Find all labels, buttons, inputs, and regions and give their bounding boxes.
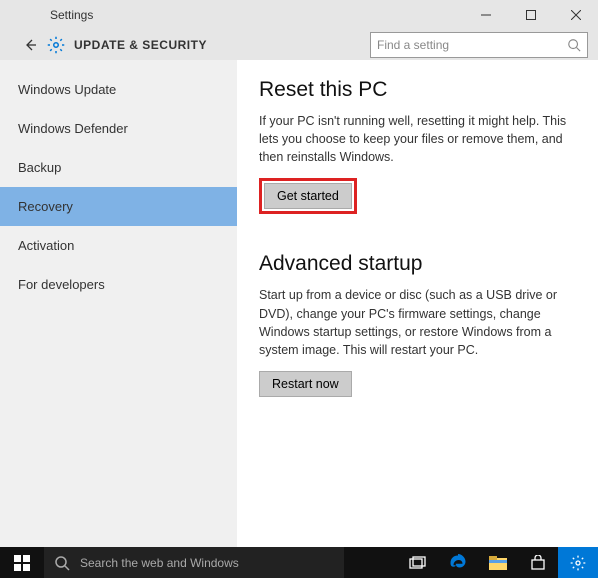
page-title: UPDATE & SECURITY <box>74 38 207 52</box>
advanced-body: Start up from a device or disc (such as … <box>259 286 586 359</box>
start-button[interactable] <box>0 547 44 578</box>
task-view-button[interactable] <box>398 547 438 578</box>
minimize-button[interactable] <box>463 0 508 30</box>
titlebar: Settings <box>0 0 598 30</box>
gear-icon <box>46 35 66 55</box>
maximize-button[interactable] <box>508 0 553 30</box>
sidebar: Windows Update Windows Defender Backup R… <box>0 60 237 547</box>
cortana-search[interactable]: Search the web and Windows <box>44 547 344 578</box>
store-icon[interactable] <box>518 547 558 578</box>
window-title: Settings <box>50 8 463 22</box>
reset-title: Reset this PC <box>259 78 586 102</box>
close-button[interactable] <box>553 0 598 30</box>
edge-icon[interactable] <box>438 547 478 578</box>
sidebar-item-recovery[interactable]: Recovery <box>0 187 237 226</box>
reset-body: If your PC isn't running well, resetting… <box>259 112 586 166</box>
header: UPDATE & SECURITY <box>0 30 598 60</box>
taskbar: Search the web and Windows <box>0 547 598 578</box>
get-started-button[interactable]: Get started <box>264 183 352 209</box>
search-icon <box>567 38 581 52</box>
sidebar-item-backup[interactable]: Backup <box>0 148 237 187</box>
advanced-section: Advanced startup Start up from a device … <box>259 252 586 397</box>
sidebar-item-for-developers[interactable]: For developers <box>0 265 237 304</box>
highlight-annotation: Get started <box>259 178 357 214</box>
sidebar-item-windows-update[interactable]: Windows Update <box>0 70 237 109</box>
content: Reset this PC If your PC isn't running w… <box>237 60 598 547</box>
sidebar-item-windows-defender[interactable]: Windows Defender <box>0 109 237 148</box>
file-explorer-icon[interactable] <box>478 547 518 578</box>
search-input[interactable] <box>377 38 567 52</box>
search-icon <box>54 555 70 571</box>
back-button[interactable] <box>18 33 42 57</box>
cortana-placeholder: Search the web and Windows <box>80 556 239 570</box>
settings-taskbar-icon[interactable] <box>558 547 598 578</box>
reset-section: Reset this PC If your PC isn't running w… <box>259 78 586 214</box>
advanced-title: Advanced startup <box>259 252 586 276</box>
search-box[interactable] <box>370 32 588 58</box>
restart-now-button[interactable]: Restart now <box>259 371 352 397</box>
sidebar-item-activation[interactable]: Activation <box>0 226 237 265</box>
